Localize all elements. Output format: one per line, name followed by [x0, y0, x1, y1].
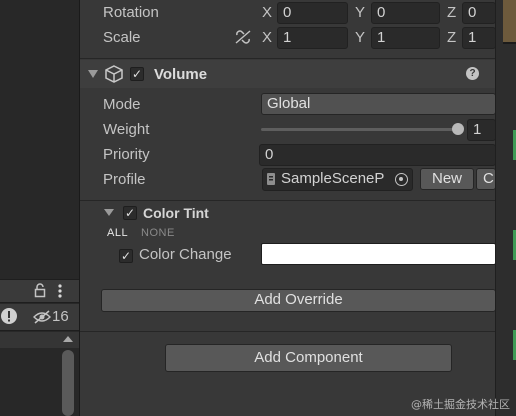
avatar-thumbnail [503, 0, 516, 44]
volume-title: Volume [154, 66, 208, 83]
mode-label: Mode [103, 96, 141, 113]
scroll-up-icon[interactable] [63, 336, 73, 342]
override-separator [80, 200, 496, 201]
scale-y-axis-label[interactable]: Y [355, 28, 365, 48]
weight-slider-track[interactable] [261, 128, 459, 131]
scale-z-field[interactable]: 1 [462, 27, 496, 49]
scale-x-axis-label[interactable]: X [262, 28, 272, 48]
rotation-z-axis-label[interactable]: Z [447, 3, 456, 23]
scale-z-axis-label[interactable]: Z [447, 28, 456, 48]
rotation-y-axis-label[interactable]: Y [355, 3, 365, 23]
color-change-label: Color Change [139, 246, 232, 263]
profile-object-field[interactable]: SampleSceneP [262, 168, 413, 191]
color-tint-foldout-icon[interactable] [104, 209, 114, 216]
object-picker-icon[interactable] [395, 173, 408, 186]
rotation-y-field[interactable]: 0 [371, 2, 440, 24]
volume-cube-icon [104, 64, 124, 84]
scale-label: Scale [103, 29, 141, 46]
new-profile-button[interactable]: New [420, 168, 474, 190]
none-toggle[interactable]: NONE [141, 227, 175, 239]
foldout-arrow-icon[interactable] [88, 70, 98, 78]
color-change-override-checkbox[interactable]: ✓ [119, 249, 133, 263]
rotation-x-field[interactable]: 0 [277, 2, 348, 24]
add-override-button[interactable]: Add Override [101, 289, 496, 312]
hidden-eye-icon[interactable] [32, 309, 52, 325]
rotation-x-axis-label[interactable]: X [262, 3, 272, 23]
volume-enabled-checkbox[interactable]: ✓ [130, 67, 144, 81]
priority-label: Priority [103, 146, 150, 163]
component-separator [80, 58, 496, 59]
add-component-button[interactable]: Add Component [165, 344, 452, 372]
help-icon[interactable]: ? [466, 67, 479, 80]
bottom-separator [80, 331, 496, 332]
profile-label: Profile [103, 171, 146, 188]
profile-asset-icon [266, 172, 276, 186]
profile-value: SampleSceneP [281, 170, 385, 187]
rotation-label: Rotation [103, 4, 159, 21]
scrollbar-thumb[interactable] [62, 350, 74, 416]
hierarchy-status-bar: 16 [0, 304, 79, 331]
rotation-z-field[interactable]: 0 [462, 2, 496, 24]
scale-x-field[interactable]: 1 [277, 27, 348, 49]
scale-y-field[interactable]: 1 [371, 27, 440, 49]
color-change-swatch[interactable] [261, 243, 496, 265]
constrain-proportions-icon[interactable] [234, 29, 252, 45]
watermark: @稀土掘金技术社区 [411, 398, 510, 411]
color-tint-enabled-checkbox[interactable]: ✓ [123, 206, 137, 220]
warning-icon[interactable] [0, 307, 18, 325]
weight-value-field[interactable]: 1 [467, 119, 496, 141]
all-toggle[interactable]: ALL [107, 227, 128, 239]
color-tint-title: Color Tint [143, 205, 209, 221]
priority-field[interactable]: 0 [259, 144, 496, 166]
lock-icon[interactable] [34, 283, 46, 298]
hidden-count: 16 [52, 308, 69, 325]
weight-label: Weight [103, 121, 150, 138]
hierarchy-toolbar [0, 279, 79, 303]
clone-profile-button[interactable]: C [476, 168, 496, 190]
mode-dropdown[interactable]: Global [261, 93, 496, 115]
more-options-icon[interactable] [57, 283, 63, 299]
weight-slider-handle[interactable] [452, 123, 464, 135]
